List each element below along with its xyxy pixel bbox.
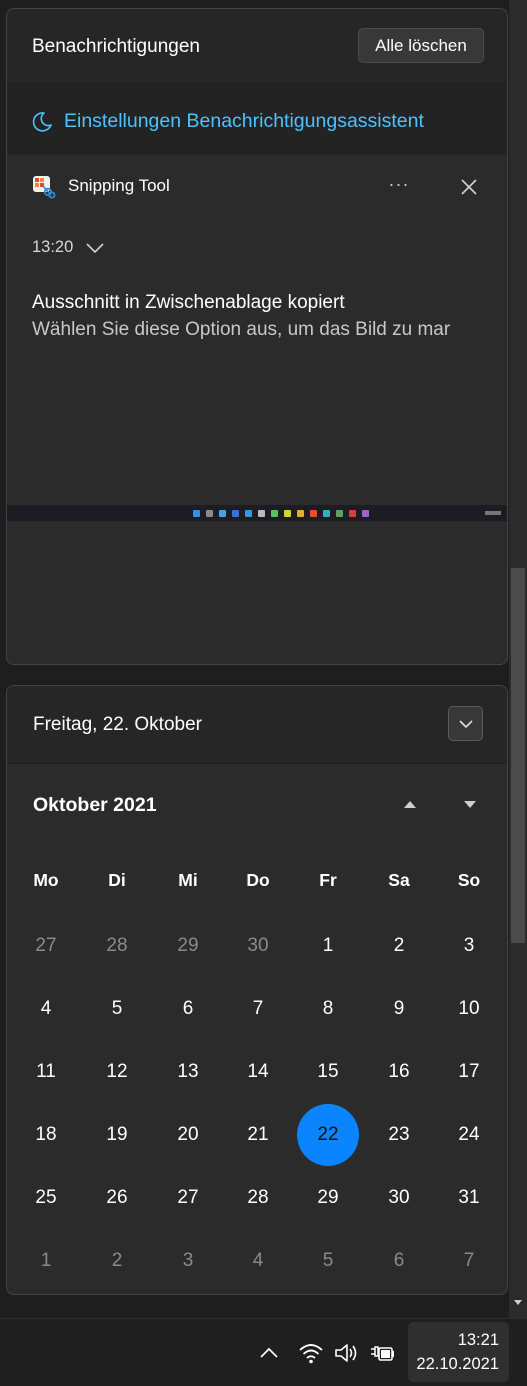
calendar-day[interactable]: 30 xyxy=(368,1167,430,1229)
scrollbar-thumb[interactable] xyxy=(511,568,525,943)
weekday-label: So xyxy=(457,870,481,890)
calendar-day[interactable]: 14 xyxy=(227,1041,289,1103)
chevron-up-icon[interactable] xyxy=(256,1340,282,1366)
calendar-day[interactable]: 28 xyxy=(86,915,148,977)
calendar-day[interactable]: 18 xyxy=(15,1104,77,1166)
calendar-day[interactable]: 3 xyxy=(438,915,500,977)
chevron-down-icon xyxy=(459,720,473,729)
calendar-day[interactable]: 28 xyxy=(227,1167,289,1229)
notification-header: Benachrichtigungen Alle löschen xyxy=(7,9,507,83)
calendar-day[interactable]: 30 xyxy=(227,915,289,977)
calendar-panel: Freitag, 22. Oktober Oktober 2021 Mo Di Mi… xyxy=(6,685,508,1295)
calendar-day[interactable]: 25 xyxy=(15,1167,77,1229)
close-icon[interactable] xyxy=(455,173,483,201)
snipping-tool-icon xyxy=(33,176,56,199)
speaker-icon[interactable] xyxy=(333,1340,359,1366)
calendar-day[interactable]: 23 xyxy=(368,1104,430,1166)
scroll-down-arrow-icon[interactable] xyxy=(511,1296,525,1308)
month-label[interactable]: Oktober 2021 xyxy=(33,794,157,817)
calendar-day[interactable]: 20 xyxy=(157,1104,219,1166)
calendar-day[interactable]: 4 xyxy=(15,978,77,1040)
focus-assist-settings-link[interactable]: Einstellungen Benachrichtigungsassistent xyxy=(64,110,424,133)
calendar-day[interactable]: 6 xyxy=(368,1230,430,1292)
calendar-day[interactable]: 10 xyxy=(438,978,500,1040)
notification-time: 13:20 xyxy=(32,238,74,256)
calendar-day[interactable]: 24 xyxy=(438,1104,500,1166)
calendar-day[interactable]: 1 xyxy=(15,1230,77,1292)
weekday-label: Mi xyxy=(178,870,198,890)
taskbar-clock[interactable]: 13:21 22.10.2021 xyxy=(408,1322,509,1382)
notification-message-body: Wählen Sie diese Option aus, um das Bild… xyxy=(32,319,451,340)
calendar-header: Freitag, 22. Oktober xyxy=(7,686,507,764)
calendar-day[interactable]: 26 xyxy=(86,1167,148,1229)
calendar-day[interactable]: 21 xyxy=(227,1104,289,1166)
notification-card[interactable]: Snipping Tool ··· 13:20 Ausschnitt in Zw… xyxy=(7,155,507,664)
calendar-day[interactable]: 31 xyxy=(438,1167,500,1229)
calendar-day[interactable]: 13 xyxy=(157,1041,219,1103)
more-options-button[interactable]: ··· xyxy=(382,169,416,203)
weekday-label: Fr xyxy=(319,870,337,890)
clock-date: 22.10.2021 xyxy=(416,1355,499,1373)
previous-month-icon[interactable] xyxy=(400,796,420,812)
notification-title: Benachrichtigungen xyxy=(32,36,200,57)
calendar-day[interactable]: 12 xyxy=(86,1041,148,1103)
wifi-icon[interactable] xyxy=(298,1340,324,1366)
calendar-day[interactable]: 29 xyxy=(297,1167,359,1229)
calendar-day[interactable]: 11 xyxy=(15,1041,77,1103)
app-name: Snipping Tool xyxy=(68,176,170,195)
next-month-icon[interactable] xyxy=(460,796,480,812)
focus-assist-row[interactable]: Einstellungen Benachrichtigungsassistent xyxy=(7,83,507,155)
calendar-day[interactable]: 5 xyxy=(297,1230,359,1292)
calendar-day[interactable]: 19 xyxy=(86,1104,148,1166)
calendar-day[interactable]: 27 xyxy=(15,915,77,977)
calendar-day[interactable]: 1 xyxy=(297,915,359,977)
battery-charging-icon[interactable] xyxy=(369,1340,395,1366)
taskbar: 13:21 22.10.2021 xyxy=(0,1318,527,1386)
calendar-day[interactable]: 8 xyxy=(297,978,359,1040)
calendar-day[interactable]: 9 xyxy=(368,978,430,1040)
clear-all-button[interactable]: Alle löschen xyxy=(358,28,484,63)
calendar-day[interactable]: 16 xyxy=(368,1041,430,1103)
chevron-down-icon[interactable] xyxy=(85,241,105,255)
weekday-label: Sa xyxy=(388,870,410,890)
calendar-day[interactable]: 15 xyxy=(297,1041,359,1103)
calendar-day[interactable]: 2 xyxy=(86,1230,148,1292)
notification-message-title: Ausschnitt in Zwischenablage kopiert xyxy=(32,292,345,313)
weekday-label: Mo xyxy=(33,870,59,890)
calendar-day[interactable]: 4 xyxy=(227,1230,289,1292)
screen: Benachrichtigungen Alle löschen Einstell… xyxy=(0,0,527,1386)
calendar-day[interactable]: 7 xyxy=(227,978,289,1040)
calendar-day[interactable]: 6 xyxy=(157,978,219,1040)
screenshot-preview[interactable] xyxy=(7,505,507,521)
weekday-label: Do xyxy=(246,870,270,890)
weekday-label: Di xyxy=(108,870,126,890)
moon-icon xyxy=(32,112,52,132)
calendar-date-header: Freitag, 22. Oktober xyxy=(33,714,202,735)
calendar-day[interactable]: 29 xyxy=(157,915,219,977)
calendar-day-today[interactable]: 22 xyxy=(297,1104,359,1166)
calendar-day[interactable]: 5 xyxy=(86,978,148,1040)
collapse-calendar-button[interactable] xyxy=(448,706,483,741)
clock-time: 13:21 xyxy=(457,1331,499,1349)
calendar-day[interactable]: 7 xyxy=(438,1230,500,1292)
calendar-day[interactable]: 3 xyxy=(157,1230,219,1292)
calendar-day[interactable]: 27 xyxy=(157,1167,219,1229)
calendar-day[interactable]: 17 xyxy=(438,1041,500,1103)
calendar-day[interactable]: 2 xyxy=(368,915,430,977)
notification-center: Benachrichtigungen Alle löschen Einstell… xyxy=(6,8,508,665)
